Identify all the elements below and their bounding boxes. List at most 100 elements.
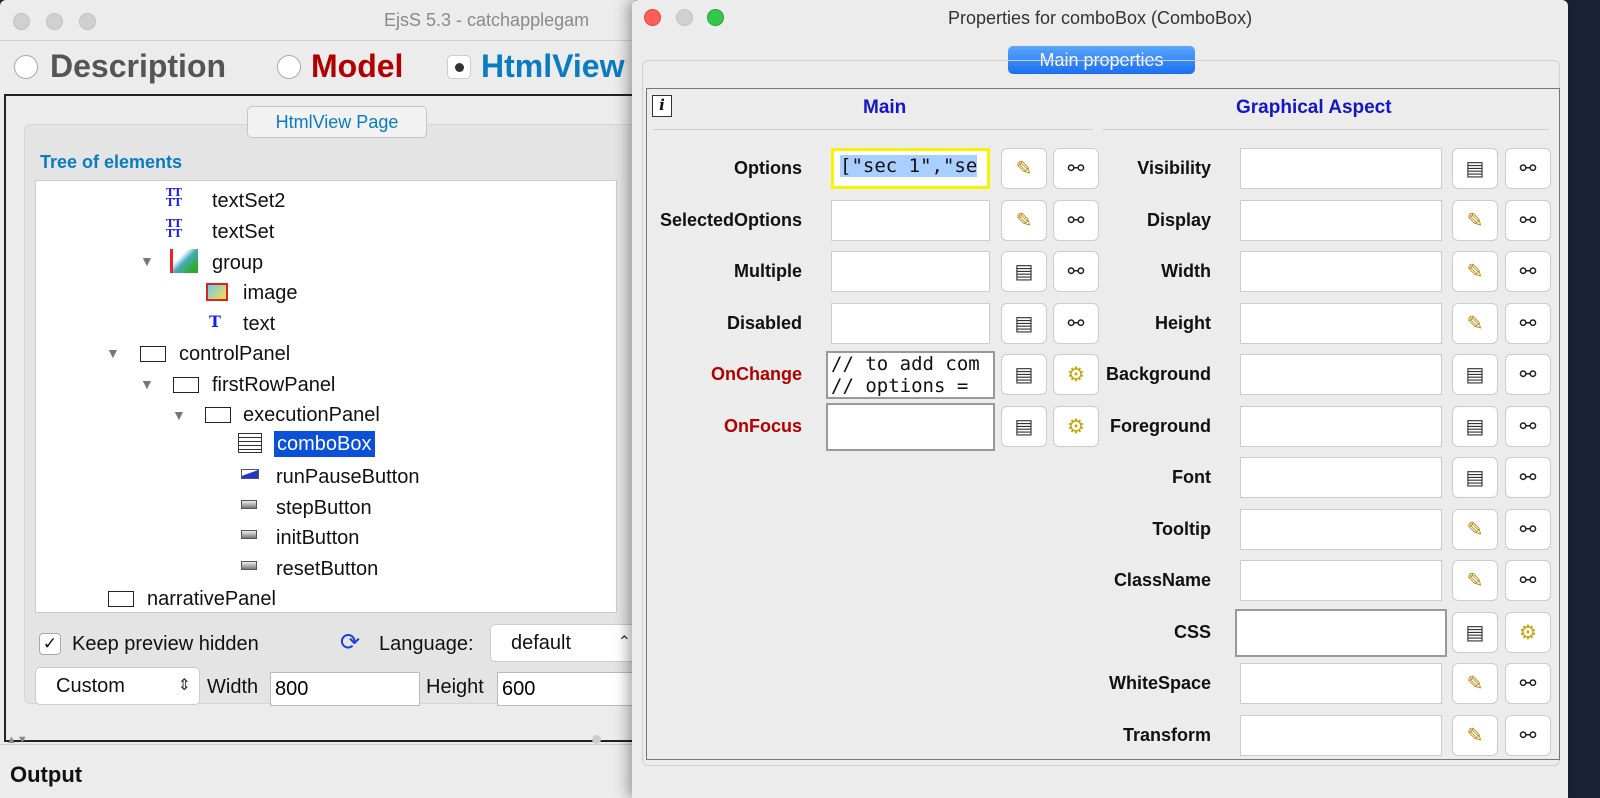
tree-item-firstrowpanel[interactable]: firstRowPanel [212, 372, 335, 398]
css-form-button[interactable]: ▤ [1452, 611, 1498, 653]
link-icon: ⚯ [1519, 415, 1537, 438]
display-label: Display [1146, 209, 1211, 230]
split-handle[interactable] [592, 735, 601, 744]
info-icon[interactable]: i [652, 95, 672, 117]
language-select[interactable]: default ⌃ [490, 624, 640, 662]
whitespace-edit-button[interactable]: ✎ [1452, 663, 1498, 704]
size-preset-value: Custom [56, 675, 125, 697]
background-form-button[interactable]: ▤ [1452, 354, 1498, 395]
keep-preview-checkbox[interactable]: ✓ [39, 633, 61, 655]
transform-edit-button[interactable]: ✎ [1452, 714, 1498, 756]
classname-link-button[interactable]: ⚯ [1505, 560, 1551, 601]
tooltip-edit-button[interactable]: ✎ [1452, 508, 1498, 550]
whitespace-field[interactable] [1240, 663, 1442, 704]
width-field[interactable] [1240, 251, 1442, 292]
multiple-label: Multiple [734, 261, 802, 281]
chevron-updown-icon: ⌃ [617, 634, 631, 651]
tree-item-executionpanel[interactable]: executionPanel [243, 402, 380, 428]
tree-item-initbutton[interactable]: initButton [276, 525, 359, 551]
zoom-window-button[interactable] [79, 13, 96, 30]
properties-panel: i Main Graphical Aspect Options ["sec 1",… [646, 88, 1560, 760]
width-input[interactable] [270, 672, 420, 706]
height-edit-button[interactable]: ✎ [1452, 302, 1498, 344]
tree-item-textset[interactable]: textSet [212, 219, 274, 245]
visibility-field[interactable] [1240, 148, 1442, 189]
font-link-button[interactable]: ⚯ [1505, 457, 1551, 498]
tree-item-group[interactable]: group [212, 250, 263, 276]
element-tree[interactable]: TT TT textSet2 TT TT textSet ▼ group image… [35, 180, 617, 613]
display-edit-button[interactable]: ✎ [1452, 199, 1498, 241]
onchange-label: OnChange [710, 364, 802, 384]
form-icon: ▤ [1465, 621, 1485, 644]
visibility-form-button[interactable]: ▤ [1452, 148, 1498, 189]
onfocus-field[interactable] [826, 402, 995, 451]
options-field[interactable]: ["sec 1","se [831, 148, 990, 189]
panel-icon [140, 346, 166, 362]
css-gear-button[interactable]: ⚙ [1505, 611, 1551, 653]
window-title: EjsS 5.3 - catchapplegam [384, 10, 590, 30]
edit-icon: ✎ [1466, 261, 1484, 283]
form-icon: ▤ [1465, 364, 1485, 386]
visibility-label: Visibility [1137, 158, 1211, 178]
size-preset-select[interactable]: Custom ⇕ [35, 667, 200, 705]
tooltip-link-button[interactable]: ⚯ [1505, 508, 1551, 550]
tree-item-resetbutton[interactable]: resetButton [276, 556, 378, 582]
font-field[interactable] [1240, 457, 1442, 498]
height-link-button[interactable]: ⚯ [1505, 302, 1551, 344]
split-arrows-icon[interactable]: ▲▼ [6, 734, 28, 746]
tree-item-text[interactable]: text [243, 311, 275, 337]
width-link-button[interactable]: ⚯ [1505, 251, 1551, 292]
expand-arrow-icon[interactable]: ▼ [140, 376, 154, 392]
foreground-field[interactable] [1240, 405, 1442, 447]
close-window-button[interactable] [13, 13, 30, 30]
whitespace-link-button[interactable]: ⚯ [1505, 663, 1551, 704]
tooltip-field[interactable] [1240, 508, 1442, 550]
display-link-button[interactable]: ⚯ [1505, 199, 1551, 241]
background-link-button[interactable]: ⚯ [1505, 354, 1551, 395]
chevron-updown-icon: ⇕ [177, 677, 191, 694]
group-icon [170, 249, 198, 273]
css-field[interactable] [1235, 608, 1447, 657]
selectedoptions-field[interactable] [831, 199, 990, 241]
height-input[interactable] [497, 672, 647, 706]
tab-htmlview-radio[interactable] [447, 55, 471, 79]
tab-model[interactable]: Model [311, 48, 403, 85]
tree-item-runpausebutton[interactable]: runPauseButton [276, 464, 419, 490]
multiple-field[interactable] [831, 251, 990, 292]
tab-htmlview[interactable]: HtmlView [481, 48, 624, 85]
expand-arrow-icon[interactable]: ▼ [172, 407, 186, 423]
tab-description-radio[interactable] [14, 55, 38, 79]
tree-item-combobox[interactable]: comboBox [274, 431, 375, 457]
height-field[interactable] [1240, 302, 1442, 344]
button-icon [241, 469, 259, 479]
tab-model-radio[interactable] [277, 55, 301, 79]
tree-item-stepbutton[interactable]: stepButton [276, 495, 372, 521]
font-form-button[interactable]: ▤ [1452, 457, 1498, 498]
classname-field[interactable] [1240, 560, 1442, 601]
transform-link-button[interactable]: ⚯ [1505, 714, 1551, 756]
tab-description[interactable]: Description [50, 48, 226, 85]
tree-title: Tree of elements [40, 152, 183, 172]
tree-item-image[interactable]: image [243, 280, 297, 306]
tree-item-textset2[interactable]: textSet2 [212, 188, 285, 214]
foreground-form-button[interactable]: ▤ [1452, 405, 1498, 447]
refresh-icon[interactable]: ⟳ [340, 628, 360, 657]
expand-arrow-icon[interactable]: ▼ [140, 253, 154, 269]
tree-item-controlpanel[interactable]: controlPanel [179, 341, 290, 367]
transform-field[interactable] [1240, 714, 1442, 756]
htmlview-page-button[interactable]: HtmlView Page [247, 106, 427, 138]
height-label: Height [1155, 312, 1211, 333]
classname-edit-button[interactable]: ✎ [1452, 560, 1498, 601]
width-edit-button[interactable]: ✎ [1452, 251, 1498, 292]
visibility-link-button[interactable]: ⚯ [1505, 148, 1551, 189]
expand-arrow-icon[interactable]: ▼ [106, 345, 120, 361]
disabled-field[interactable] [831, 302, 990, 344]
keep-preview-label: Keep preview hidden [72, 633, 259, 655]
minimize-window-button[interactable] [46, 13, 63, 30]
background-field[interactable] [1240, 354, 1442, 395]
options-value: ["sec 1","se [840, 155, 978, 177]
display-field[interactable] [1240, 199, 1442, 241]
foreground-link-button[interactable]: ⚯ [1505, 405, 1551, 447]
tree-item-narrativepanel[interactable]: narrativePanel [147, 586, 276, 612]
onchange-field[interactable]: // to add com // options = [826, 351, 995, 399]
